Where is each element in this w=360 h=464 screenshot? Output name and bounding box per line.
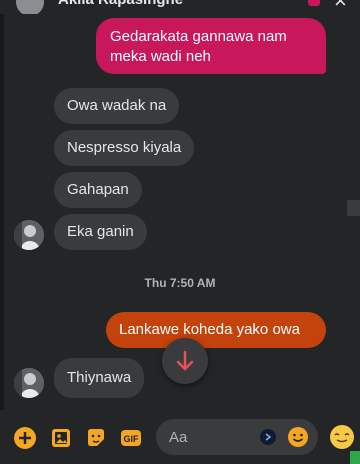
svg-text:GIF: GIF: [124, 434, 140, 444]
composer-bar: GIF Aa: [0, 410, 360, 464]
image-icon[interactable]: [49, 426, 73, 450]
message-bubble-incoming[interactable]: Nespresso kiyala: [54, 130, 195, 166]
call-icon[interactable]: [306, 0, 326, 10]
contact-avatar[interactable]: [16, 0, 44, 14]
like-emoji-icon[interactable]: [329, 424, 355, 450]
timestamp: Thu 7:50 AM: [144, 276, 216, 290]
scrollbar-thumb[interactable]: [347, 200, 360, 216]
contact-name[interactable]: Akila Rapasinghe: [58, 0, 183, 8]
contact-avatar[interactable]: [14, 220, 44, 250]
contact-avatar[interactable]: [14, 368, 44, 398]
message-bubble-incoming[interactable]: Thiynawa: [54, 358, 145, 398]
arrow-down-icon: [176, 350, 194, 371]
chatgpt-extension-icon[interactable]: [260, 429, 276, 445]
plus-circle-icon[interactable]: [13, 426, 37, 450]
gif-icon[interactable]: GIF: [119, 426, 143, 450]
close-icon[interactable]: ×: [334, 0, 347, 14]
left-edge: [0, 0, 4, 464]
scroll-to-bottom-button[interactable]: [162, 338, 208, 384]
message-bubble-incoming[interactable]: Eka ganin: [54, 214, 147, 250]
taskbar-corner: [350, 451, 360, 464]
chat-header: Akila Rapasinghe ×: [0, 0, 360, 14]
message-bubble-outgoing[interactable]: Lankawe koheda yako owa: [106, 312, 326, 348]
emoji-icon[interactable]: [287, 426, 309, 448]
sticker-icon[interactable]: [84, 426, 108, 450]
message-input[interactable]: Aa: [156, 419, 318, 455]
message-bubble-outgoing[interactable]: Gedarakata gannawa nam meka wadi neh: [96, 18, 326, 74]
message-input-placeholder: Aa: [169, 429, 188, 446]
message-bubble-incoming[interactable]: Gahapan: [54, 172, 142, 208]
message-bubble-incoming[interactable]: Owa wadak na: [54, 88, 180, 124]
